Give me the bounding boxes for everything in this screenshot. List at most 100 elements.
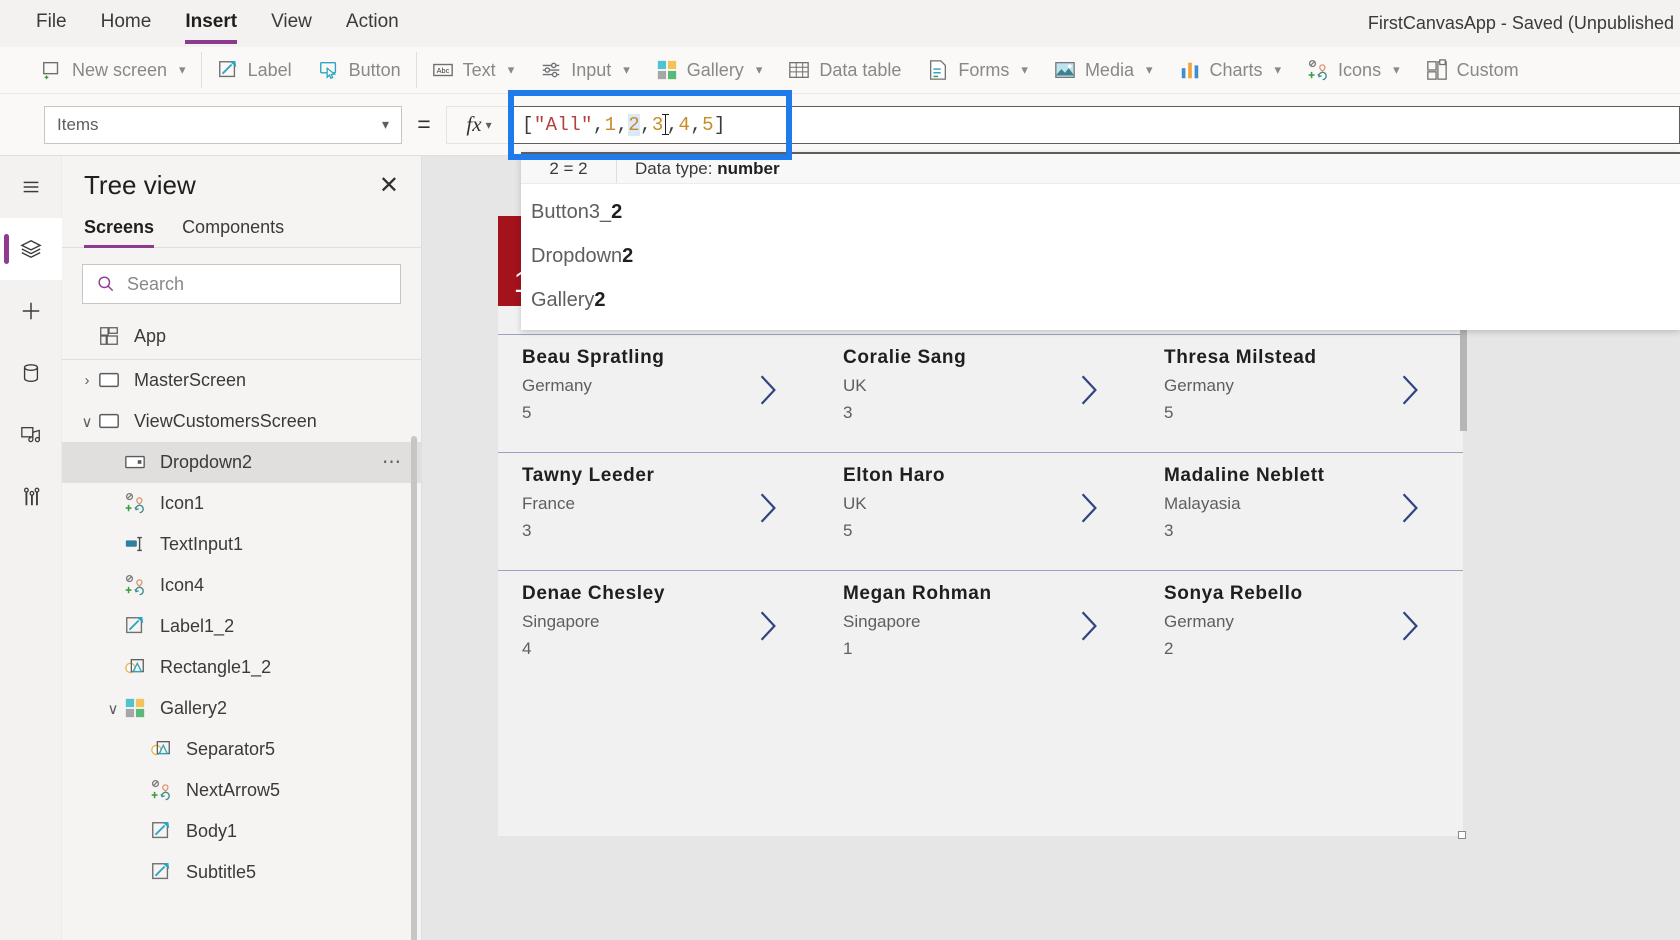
ribbon-item-custom[interactable]: Custom: [1413, 50, 1532, 90]
ribbon-item-text[interactable]: Abc Text ▾: [419, 50, 528, 90]
tab-screens[interactable]: Screens: [84, 217, 155, 248]
formula-token-comma: ,: [666, 113, 679, 136]
chevron-right-icon[interactable]: ›: [76, 372, 98, 389]
tree-item-nextarrow5[interactable]: NextArrow5: [62, 770, 421, 811]
text-input-icon: [124, 533, 148, 557]
input-icon: [540, 59, 562, 81]
gallery-item[interactable]: Beau Spratling Germany 5: [498, 335, 819, 452]
next-arrow-icon[interactable]: [757, 609, 779, 643]
next-arrow-icon[interactable]: [757, 491, 779, 525]
datatype-value: number: [717, 158, 780, 178]
intellisense-suggestion[interactable]: Dropdown 2: [521, 234, 1680, 278]
property-selector[interactable]: Items ▾: [44, 105, 402, 144]
tree-item-masterscreen[interactable]: › MasterScreen: [62, 360, 421, 401]
tree-scrollbar[interactable]: [411, 436, 417, 940]
page-title: Tree view: [84, 170, 196, 200]
menu-tab-home[interactable]: Home: [101, 11, 152, 36]
ribbon-item-forms[interactable]: Forms ▾: [914, 50, 1041, 90]
hamburger-menu-icon: [20, 176, 42, 198]
rail-button-advanced-tools[interactable]: [0, 466, 62, 528]
gallery-item[interactable]: Megan Rohman Singapore 1: [819, 571, 1140, 688]
close-icon[interactable]: ✕: [379, 173, 399, 198]
ribbon-item-charts[interactable]: Charts ▾: [1166, 50, 1295, 90]
suggestion-match: 2: [594, 288, 606, 311]
chevron-down-icon[interactable]: ∨: [102, 700, 124, 718]
next-arrow-icon[interactable]: [1078, 609, 1100, 643]
next-arrow-icon[interactable]: [1078, 491, 1100, 525]
ribbon-item-label[interactable]: Label: [204, 50, 305, 90]
fx-button[interactable]: fx ▾: [446, 105, 512, 144]
next-arrow-icon[interactable]: [1078, 373, 1100, 407]
tree-item-rectangle1_2[interactable]: Rectangle1_2: [62, 647, 421, 688]
suggestion-match: 2: [611, 200, 623, 223]
formula-input[interactable]: ["All", 1, 2, 3, 4, 5]: [512, 105, 1680, 144]
ribbon-item-label: Media: [1084, 59, 1134, 80]
menu-tab-insert[interactable]: Insert: [185, 11, 237, 44]
tree-item-separator5[interactable]: Separator5: [62, 729, 421, 770]
more-options-icon[interactable]: ⋯: [382, 451, 403, 474]
canvas-resize-handle[interactable]: [1458, 831, 1466, 839]
ribbon-item-icons[interactable]: Icons ▾: [1294, 50, 1413, 90]
forms-icon: [927, 59, 949, 81]
intellisense-suggestion[interactable]: Button3_ 2: [521, 190, 1680, 234]
next-arrow-icon[interactable]: [1399, 373, 1421, 407]
tree-item-viewcustomersscreen[interactable]: ∨ ViewCustomersScreen: [62, 401, 421, 442]
tree-item-app[interactable]: App: [62, 314, 421, 360]
ribbon-item-new-screen[interactable]: New screen ▾: [28, 50, 199, 90]
ribbon-item-media[interactable]: Media ▾: [1041, 50, 1166, 90]
rail-button-insert-plus[interactable]: [0, 280, 62, 342]
rail-button-media-library[interactable]: [0, 404, 62, 466]
gallery-item-title: Elton Haro: [843, 465, 946, 486]
insert-ribbon: New screen ▾ Label Button Abc Text ▾ Inp…: [0, 47, 1680, 94]
tree-item-icon4[interactable]: Icon4: [62, 565, 421, 606]
next-arrow-icon[interactable]: [757, 373, 779, 407]
gallery-item[interactable]: Madaline Neblett Malayasia 3: [1140, 453, 1461, 570]
gallery-row: Beau Spratling Germany 5 Coralie Sang UK…: [498, 334, 1463, 452]
gallery-icon: [656, 59, 678, 81]
tree-item-label1_2[interactable]: Label1_2: [62, 606, 421, 647]
tree-item-dropdown2[interactable]: Dropdown2 ⋯: [62, 442, 421, 483]
gallery-item[interactable]: Thresa Milstead Germany 5: [1140, 335, 1461, 452]
rail-button-data-source[interactable]: [0, 342, 62, 404]
gallery-item[interactable]: Denae Chesley Singapore 4: [498, 571, 819, 688]
tab-components[interactable]: Components: [182, 217, 284, 247]
tab-label: Components: [182, 217, 285, 237]
gallery-item[interactable]: Tawny Leeder France 3: [498, 453, 819, 570]
charts-icon: [1179, 59, 1201, 81]
suggestion-prefix: Gallery: [531, 288, 595, 311]
screen-icon: [98, 410, 122, 434]
search-input[interactable]: Search: [82, 264, 401, 304]
icons-icon: [150, 779, 174, 803]
chevron-down-icon: ▾: [755, 62, 763, 77]
tree-item-subtitle5[interactable]: Subtitle5: [62, 852, 421, 893]
menu-tab-view[interactable]: View: [271, 11, 312, 36]
search-icon: [98, 276, 114, 292]
next-arrow-icon[interactable]: [1399, 609, 1421, 643]
ribbon-divider: [200, 52, 202, 88]
chevron-down-icon[interactable]: ∨: [76, 413, 98, 431]
tree-item-icon1[interactable]: Icon1: [62, 483, 421, 524]
app-title: FirstCanvasApp - Saved (Unpublished: [1367, 13, 1674, 33]
gallery-item[interactable]: Coralie Sang UK 3: [819, 335, 1140, 452]
tree-item-body1[interactable]: Body1: [62, 811, 421, 852]
gallery-item[interactable]: Sonya Rebello Germany 2: [1140, 571, 1461, 688]
tab-label: Screens: [84, 217, 155, 237]
ribbon-item-data-table[interactable]: Data table: [775, 50, 914, 90]
intellisense-suggestion[interactable]: Gallery 2: [521, 278, 1680, 322]
tree-item-gallery2[interactable]: ∨ Gallery2: [62, 688, 421, 729]
tree-item-list: App › MasterScreen ∨ ViewCustomersScreen…: [62, 314, 421, 893]
next-arrow-icon[interactable]: [1399, 491, 1421, 525]
menu-tab-action[interactable]: Action: [346, 11, 399, 36]
formula-token-comma: ,: [690, 113, 703, 136]
gallery-item-title: Beau Spratling: [522, 347, 665, 368]
ribbon-item-gallery[interactable]: Gallery ▾: [643, 50, 776, 90]
ribbon-item-input[interactable]: Input ▾: [527, 50, 643, 90]
new-screen-icon: [41, 59, 63, 81]
tree-item-textinput1[interactable]: TextInput1: [62, 524, 421, 565]
menu-tab-file[interactable]: File: [36, 11, 67, 36]
gallery-item[interactable]: Elton Haro UK 5: [819, 453, 1140, 570]
rail-button-hamburger-menu[interactable]: [0, 156, 62, 218]
rail-button-tree-view[interactable]: [0, 218, 62, 280]
custom-icon: [1426, 59, 1448, 81]
ribbon-item-button[interactable]: Button: [305, 50, 414, 90]
